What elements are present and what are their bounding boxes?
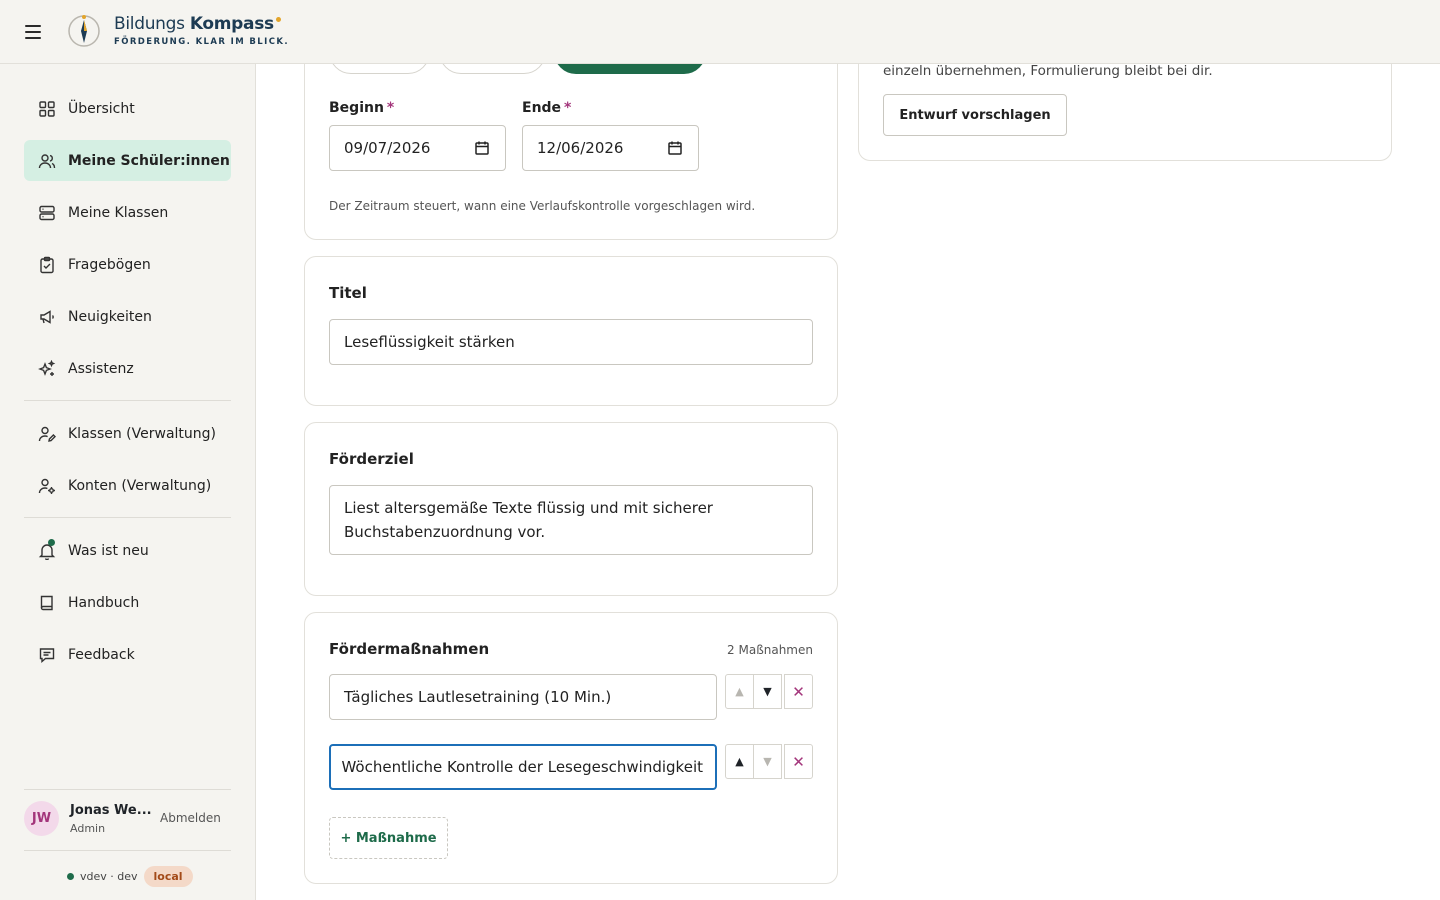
sidebar-item-label: Übersicht — [68, 100, 135, 117]
sidebar-item-label: Neuigkeiten — [68, 308, 152, 325]
sidebar-divider — [24, 517, 231, 518]
sidebar-divider — [24, 400, 231, 401]
version-info: vdev · dev local — [67, 866, 193, 887]
sidebar-item-label: Klassen (Verwaltung) — [68, 425, 216, 442]
users-icon — [38, 152, 56, 170]
sidebar-item-handbuch[interactable]: Handbuch — [24, 582, 231, 623]
goal-card: Förderziel Liest altersgemäße Texte flüs… — [304, 422, 838, 596]
measure-input[interactable]: Wöchentliche Kontrolle der Lesegeschwind… — [329, 744, 717, 790]
move-up-button[interactable]: ▲ — [725, 744, 754, 779]
message-icon — [38, 646, 56, 664]
sidebar-item-label: Meine Schüler:innen — [68, 152, 230, 169]
clipboard-icon — [38, 256, 56, 274]
sidebar-item-label: Meine Klassen — [68, 204, 169, 221]
user-role: Admin — [70, 822, 106, 835]
top-bar: Bildungs Kompass FÖRDERUNG. KLAR IM BLIC… — [0, 0, 1440, 64]
period-hint: Der Zeitraum steuert, wann eine Verlaufs… — [329, 199, 756, 213]
measure-input[interactable]: Tägliches Lautlesetraining (10 Min.) — [329, 674, 717, 720]
bell-icon — [38, 538, 56, 560]
sidebar-item-label: Feedback — [68, 646, 135, 663]
title-card: Titel Leseflüssigkeit stärken — [304, 256, 838, 406]
sidebar-item-label: Handbuch — [68, 594, 140, 611]
measures-count: 2 Maßnahmen — [727, 643, 813, 657]
brand[interactable]: Bildungs Kompass FÖRDERUNG. KLAR IM BLIC… — [114, 14, 289, 47]
title-input[interactable]: Leseflüssigkeit stärken — [329, 319, 813, 365]
goal-textarea[interactable]: Liest altersgemäße Texte flüssig und mit… — [329, 485, 813, 555]
brand-name: Bildungs Kompass — [114, 14, 289, 34]
sidebar-item-schueler[interactable]: Meine Schüler:innen — [24, 140, 231, 181]
end-label: Ende * — [522, 100, 572, 116]
status-dot — [67, 873, 74, 880]
delete-measure-button[interactable]: ✕ — [784, 744, 813, 779]
sidebar-item-uebersicht[interactable]: Übersicht — [24, 88, 231, 129]
suggest-draft-button[interactable]: Entwurf vorschlagen — [883, 94, 1067, 136]
sidebar-item-neuigkeiten[interactable]: Neuigkeiten — [24, 296, 231, 337]
sidebar-item-konten-verwaltung[interactable]: Konten (Verwaltung) — [24, 465, 231, 506]
sidebar-item-label: Konten (Verwaltung) — [68, 477, 212, 494]
begin-label: Beginn * — [329, 100, 395, 116]
sidebar: Übersicht Meine Schüler:innen Meine Klas… — [0, 64, 256, 900]
move-up-button[interactable]: ▲ — [725, 674, 754, 709]
sidebar-item-label: Was ist neu — [68, 542, 149, 559]
end-date-input[interactable]: 12/06/2026 — [522, 125, 699, 171]
assist-text: einzeln übernehmen, Formulierung bleibt … — [883, 63, 1213, 79]
sidebar-item-klassen[interactable]: Meine Klassen — [24, 192, 231, 233]
add-measure-button[interactable]: + Maßnahme — [329, 817, 448, 859]
user-cog-icon — [38, 477, 56, 495]
sidebar-item-was-ist-neu[interactable]: Was ist neu — [24, 530, 231, 571]
sidebar-item-frageboegen[interactable]: Fragebögen — [24, 244, 231, 285]
goal-label: Förderziel — [329, 450, 414, 468]
sidebar-item-label: Assistenz — [68, 360, 134, 377]
megaphone-icon — [38, 308, 56, 326]
begin-date-input[interactable]: 09/07/2026 — [329, 125, 506, 171]
title-label: Titel — [329, 284, 367, 302]
calendar-icon[interactable] — [475, 141, 489, 155]
user-profile: JW Jonas We... Admin Abmelden — [24, 790, 231, 850]
user-edit-icon — [38, 425, 56, 443]
sparkles-icon — [38, 359, 56, 378]
hamburger-icon[interactable] — [25, 25, 41, 39]
grid-icon — [38, 100, 56, 118]
book-icon — [38, 594, 56, 612]
brand-tagline: FÖRDERUNG. KLAR IM BLICK. — [114, 37, 289, 47]
move-down-button[interactable]: ▼ — [753, 674, 782, 709]
notification-dot — [48, 538, 55, 546]
stack-icon — [38, 204, 56, 222]
sidebar-item-assistenz[interactable]: Assistenz — [24, 348, 231, 389]
sidebar-item-feedback[interactable]: Feedback — [24, 634, 231, 675]
measures-label: Fördermaßnahmen — [329, 640, 490, 658]
measures-card: Fördermaßnahmen 2 Maßnahmen Tägliches La… — [304, 612, 838, 884]
sidebar-item-label: Fragebögen — [68, 256, 151, 273]
compass-icon — [68, 15, 100, 47]
move-down-button[interactable]: ▼ — [753, 744, 782, 779]
logout-link[interactable]: Abmelden — [160, 811, 221, 825]
user-name: Jonas We... — [70, 803, 152, 818]
version-text: vdev · dev — [80, 870, 138, 883]
avatar[interactable]: JW — [24, 801, 59, 836]
sidebar-divider — [24, 850, 231, 851]
calendar-icon[interactable] — [668, 141, 682, 155]
measure-controls: ▲ ▼ ✕ — [725, 744, 813, 779]
measure-controls: ▲ ▼ ✕ — [725, 674, 813, 709]
sidebar-item-klassen-verwaltung[interactable]: Klassen (Verwaltung) — [24, 413, 231, 454]
delete-measure-button[interactable]: ✕ — [784, 674, 813, 709]
env-badge: local — [143, 866, 193, 887]
